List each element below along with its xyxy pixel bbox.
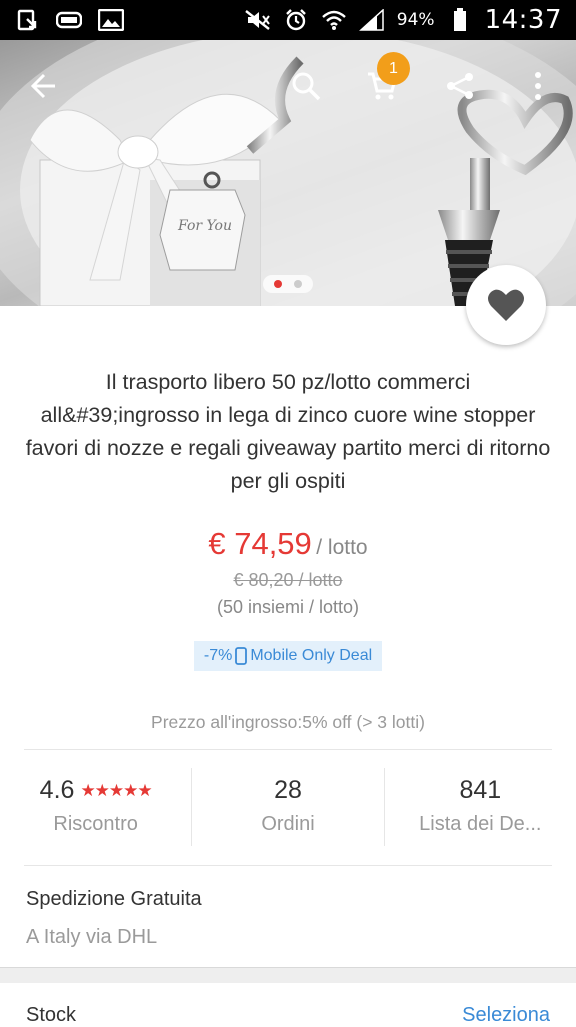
wishlist-value: 841 xyxy=(459,776,502,804)
price-row: € 74,59 / lotto xyxy=(0,526,576,562)
divider xyxy=(24,749,552,750)
pack-info: (50 insiemi / lotto) xyxy=(216,597,360,617)
price: € 74,59 xyxy=(208,526,312,561)
orders-label: Ordini xyxy=(261,813,315,835)
share-button[interactable] xyxy=(438,64,482,108)
original-price: € 80,20 / lotto xyxy=(233,570,343,590)
wholesale-info: Prezzo all'ingrosso:5% off (> 3 lotti) xyxy=(151,712,425,732)
pager-dot[interactable] xyxy=(294,280,302,288)
clock: 14:37 xyxy=(484,5,562,35)
gallery-icon xyxy=(98,9,124,31)
back-button[interactable] xyxy=(22,64,66,108)
deal-percent: -7% xyxy=(203,647,233,664)
mobile-deal-badge: -7% Mobile Only Deal xyxy=(194,641,382,671)
top-action-bar xyxy=(0,40,576,130)
share-icon xyxy=(447,73,473,99)
wishlist-stat[interactable]: 841 Lista dei De... xyxy=(383,768,576,846)
heart-icon xyxy=(488,289,524,321)
status-bar: 94% 14:37 xyxy=(0,0,576,40)
mute-icon xyxy=(245,9,271,31)
more-options-button[interactable] xyxy=(516,64,560,108)
search-icon xyxy=(292,72,321,101)
phone-icon xyxy=(235,647,248,665)
deal-label: Mobile Only Deal xyxy=(250,647,373,664)
wishlist-button[interactable] xyxy=(466,265,546,345)
rating-value: 4.6 xyxy=(39,776,75,804)
image-pager[interactable] xyxy=(263,275,313,293)
battery-percent: 94% xyxy=(396,10,435,30)
more-vertical-icon xyxy=(535,72,541,100)
wishlist-label: Lista dei De... xyxy=(419,813,542,835)
price-unit: / lotto xyxy=(316,536,368,559)
rating-stat[interactable]: 4.6 ★★★★★ Riscontro xyxy=(0,768,191,846)
alarm-icon xyxy=(283,9,309,31)
gamepad-icon xyxy=(56,9,82,31)
tag-text: For You xyxy=(177,218,232,234)
search-button[interactable] xyxy=(284,64,328,108)
signal-icon xyxy=(358,9,385,31)
arrow-back-icon xyxy=(30,73,55,99)
pager-dot-active[interactable] xyxy=(274,280,282,288)
section-separator xyxy=(0,967,576,983)
shipping-subtitle: A Italy via DHL xyxy=(26,926,158,948)
rating-stars: ★★★★★ xyxy=(80,780,152,800)
orders-stat[interactable]: 28 Ordini xyxy=(191,768,383,846)
wifi-icon xyxy=(321,9,347,31)
rating-label: Riscontro xyxy=(53,813,138,835)
download-icon xyxy=(14,9,40,31)
divider xyxy=(24,865,552,866)
product-stats: 4.6 ★★★★★ Riscontro 28 Ordini 841 Lista … xyxy=(0,768,576,846)
orders-value: 28 xyxy=(274,776,302,804)
battery-icon xyxy=(447,8,473,31)
product-title: Il trasporto libero 50 pz/lotto commerci… xyxy=(25,370,551,493)
shipping-title[interactable]: Spedizione Gratuita xyxy=(26,888,202,911)
cart-badge: 1 xyxy=(377,52,410,85)
